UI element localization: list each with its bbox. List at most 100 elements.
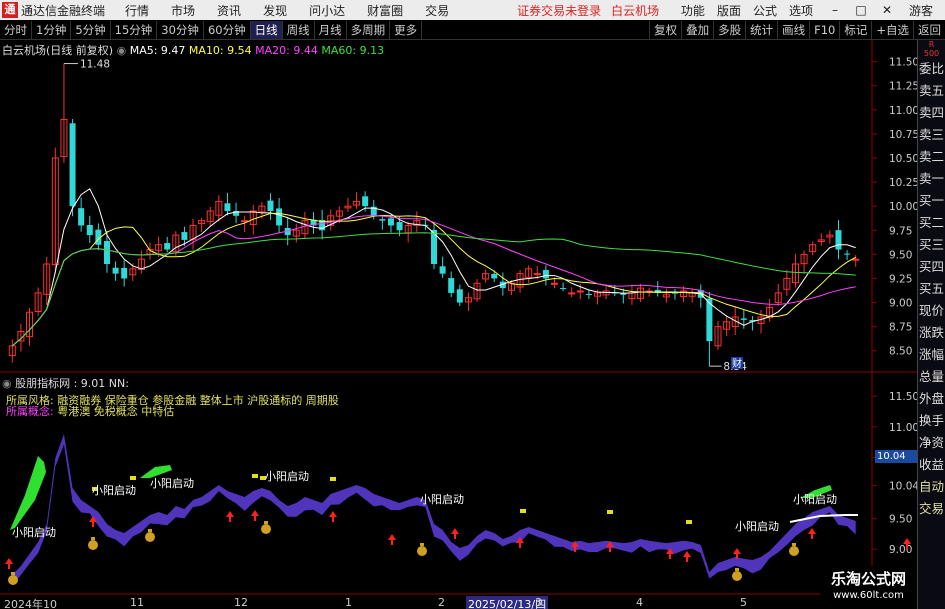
ind-y-tick-label: 11.00 <box>889 422 917 434</box>
signal-label: 小阳启动 <box>12 526 56 539</box>
concept-line: 所属概念: 粤港澳 免税概念 中特估 <box>6 403 174 419</box>
signal-square <box>686 520 692 524</box>
quote-field-7[interactable]: 买二 <box>918 212 945 234</box>
candle-body <box>491 273 498 279</box>
y-tick-label: 9.00 <box>889 298 912 310</box>
y-tick-label: 11.25 <box>889 81 917 93</box>
signal-label: 小阳启动 <box>420 493 464 506</box>
quote-field-3[interactable]: 卖三 <box>918 124 945 146</box>
ribbon-highlight-green <box>10 456 46 530</box>
date-label: 12 <box>234 596 248 609</box>
signal-square <box>607 510 613 514</box>
signal-label: 小阳启动 <box>793 493 837 506</box>
concept-prefix: 所属概念: <box>6 405 54 418</box>
candle-body <box>103 241 110 264</box>
candle-body <box>112 267 119 274</box>
candle-body <box>362 196 369 207</box>
quote-field-11[interactable]: 现价 <box>918 300 945 322</box>
date-label: 4 <box>636 596 643 609</box>
candle-body <box>379 219 386 221</box>
candle-body <box>276 208 283 226</box>
quote-field-8[interactable]: 买三 <box>918 234 945 256</box>
quote-field-5[interactable]: 卖一 <box>918 168 945 190</box>
quote-field-14[interactable]: 总量 <box>918 366 945 388</box>
y-tick-label: 9.25 <box>889 273 912 285</box>
ma5-label: MA5: 9.47 <box>129 44 186 57</box>
quote-field-1[interactable]: 卖五 <box>918 80 945 102</box>
quote-field-16[interactable]: 换手 <box>918 410 945 432</box>
watermark-title: 乐淘公式网 <box>830 570 906 588</box>
quote-field-12[interactable]: 涨跌 <box>918 322 945 344</box>
quote-field-18[interactable]: 收益 <box>918 454 945 476</box>
quote-field-10[interactable]: 买五 <box>918 278 945 300</box>
ind-y-tick-label: 11.50 <box>889 391 917 403</box>
indicator-ribbon <box>12 434 856 586</box>
candle-body <box>448 278 455 293</box>
auto-trade-0[interactable]: 自动 <box>918 476 945 498</box>
indicator-current-value: 10.04 <box>875 450 917 463</box>
quote-field-15[interactable]: 外盘 <box>918 388 945 410</box>
signal-label: 小阳启动 <box>265 470 309 483</box>
kline-chart[interactable]: 11.50 11.25 11.00 10.75 10.50 10.25 10.00 9.75 9… <box>0 0 917 609</box>
y-tick-label: 10.50 <box>889 153 917 165</box>
money-bag-icon <box>11 572 15 575</box>
gear-icon[interactable]: ◉ <box>2 377 15 390</box>
candle-body <box>835 230 842 250</box>
candle-body <box>181 232 188 240</box>
quote-field-9[interactable]: 买四 <box>918 256 945 278</box>
candle-body <box>164 243 171 250</box>
candle-body <box>267 200 274 211</box>
y-tick-label: 10.75 <box>889 129 917 141</box>
signal-label: 小阳启动 <box>92 484 136 497</box>
signal-square <box>130 476 136 480</box>
money-bag-icon <box>420 543 424 546</box>
y-tick-label: 11.50 <box>889 57 917 69</box>
quote-field-0[interactable]: 委比 <box>918 58 945 80</box>
event-marker: 财 <box>732 357 742 370</box>
money-bag-icon <box>732 571 742 581</box>
watermark-url: www.60lt.com <box>833 590 904 601</box>
signal-square <box>520 509 526 513</box>
date-label: 11 <box>130 596 144 609</box>
panel-badge: R 500 <box>923 40 940 58</box>
y-tick-label: 8.50 <box>889 346 912 358</box>
indicator-info: ◉ 股朋指标网 : 9.01 NN: <box>2 375 129 391</box>
quote-field-17[interactable]: 净资 <box>918 432 945 454</box>
candle-body <box>550 282 558 285</box>
concept-text: 粤港澳 免税概念 中特估 <box>57 405 175 418</box>
money-bag-icon <box>261 524 271 534</box>
money-bag-icon <box>789 546 799 556</box>
watermark: 乐淘公式网 www.60lt.com <box>820 566 917 609</box>
ma60-label: MA60: 9.13 <box>321 44 385 57</box>
candle-body <box>86 224 93 236</box>
auto-trade-1[interactable]: 交易 <box>918 498 945 520</box>
y-tick-label: 10.00 <box>889 201 917 213</box>
candle-body <box>439 266 446 274</box>
quote-field-6[interactable]: 买一 <box>918 190 945 212</box>
candle-body <box>533 273 541 276</box>
y-tick-label: 8.75 <box>889 322 912 334</box>
quote-field-4[interactable]: 卖二 <box>918 146 945 168</box>
date-label: 1 <box>345 596 352 609</box>
tool-back[interactable]: 返回 <box>913 21 945 39</box>
ma20-label: MA20: 9.44 <box>255 44 318 57</box>
settings-icon[interactable]: ◉ <box>117 44 130 57</box>
candle-body <box>456 289 463 303</box>
money-bag-icon <box>145 532 155 542</box>
candle-body <box>121 267 128 279</box>
candle-body <box>542 270 549 279</box>
app-window: 通 通达信金融终端 行情 市场 资讯 发现 问小达 财富圈 交易 证券交易未登录… <box>0 0 945 609</box>
candle-body <box>396 222 403 231</box>
date-label: 2 <box>438 596 445 609</box>
quote-field-2[interactable]: 卖四 <box>918 102 945 124</box>
signal-label: 小阳启动 <box>735 520 779 533</box>
date-label: 5 <box>740 596 747 609</box>
ind-y-tick-label: 9.00 <box>889 544 912 556</box>
candle-body <box>69 123 76 207</box>
y-tick-label: 11.00 <box>889 105 917 117</box>
stock-period-label: 白云机场(日线 前复权) <box>2 44 114 57</box>
candle-body <box>844 253 851 255</box>
money-bag-icon <box>91 537 95 540</box>
candle-body <box>224 203 231 211</box>
quote-field-13[interactable]: 涨幅 <box>918 344 945 366</box>
